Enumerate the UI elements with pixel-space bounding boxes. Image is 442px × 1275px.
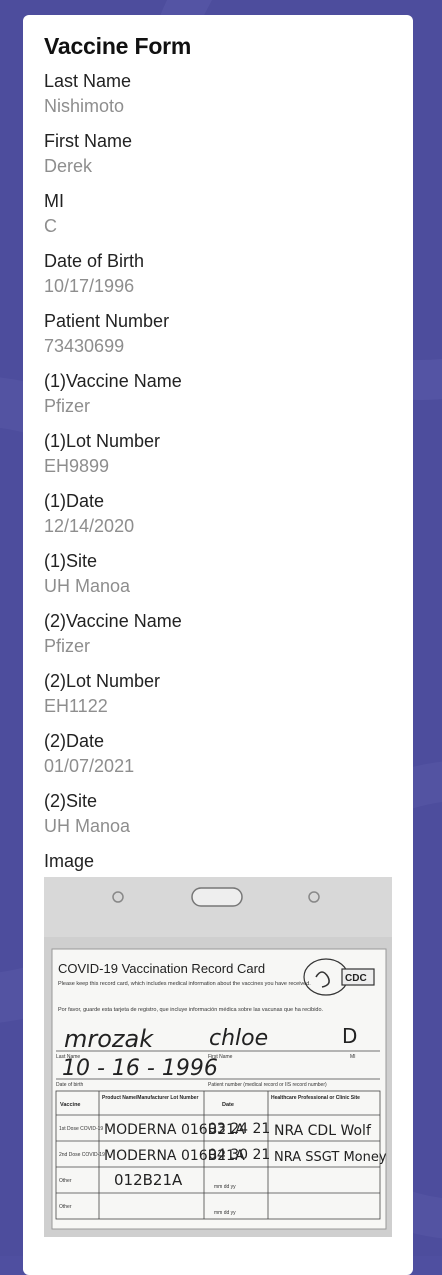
row1-site: NRA CDL Wolf [274,1123,372,1139]
form-fields: Last Name Nishimoto First Name Derek MI … [44,69,393,840]
field-2-site: (2)Site UH Manoa [44,789,393,840]
hw-mi: D [342,1024,357,1048]
field-label-1-site: (1)Site [44,551,98,571]
cdc-badge: CDC [345,973,367,984]
form-title: Vaccine Form [44,33,192,59]
row1-date: 03 24 21 [208,1121,270,1137]
row4-date: mm dd yy [214,1210,236,1216]
card-note-es: Por favor, guarde esta tarjeta de regist… [58,1007,324,1013]
row2-date: 04 30 21 [208,1147,270,1163]
field-value-mi[interactable]: C [44,213,393,240]
row2-vaccine: 2nd Dose COVID-19 [59,1152,105,1158]
field-last-name: Last Name Nishimoto [44,69,393,120]
field-label-last-name: Last Name [44,71,132,91]
row1-vaccine: 1st Dose COVID-19 [59,1126,103,1132]
field-label-date-of-birth: Date of Birth [44,251,145,271]
field-label-1-date: (1)Date [44,491,105,511]
image-label: Image [44,851,95,871]
row4-vaccine: Other [59,1204,72,1210]
field-value-1-lot-number[interactable]: EH9899 [44,453,393,480]
field-value-last-name[interactable]: Nishimoto [44,93,393,120]
hw-first-name: chloe [209,1026,268,1051]
field-1-lot-number: (1)Lot Number EH9899 [44,429,393,480]
field-mi: MI C [44,189,393,240]
field-1-site: (1)Site UH Manoa [44,549,393,600]
field-label-2-date: (2)Date [44,731,105,751]
field-value-1-date[interactable]: 12/14/2020 [44,513,393,540]
field-2-vaccine-name: (2)Vaccine Name Pfizer [44,609,393,660]
field-label-2-lot-number: (2)Lot Number [44,671,161,691]
vaccine-form-card: Vaccine Form Last Name Nishimoto First N… [23,15,413,1275]
row3-vaccine: Other [59,1178,72,1184]
field-value-date-of-birth[interactable]: 10/17/1996 [44,273,393,300]
patient-caption: Patient number (medical record or IIS re… [208,1082,327,1088]
hw-dob: 10 - 16 - 1996 [62,1056,218,1081]
row2-site: NRA SSGT Money [274,1150,387,1165]
row3-date: mm dd yy [214,1184,236,1190]
th-vaccine: Vaccine [60,1102,81,1108]
field-label-mi: MI [44,191,64,211]
field-value-1-site[interactable]: UH Manoa [44,573,393,600]
field-label-2-vaccine-name: (2)Vaccine Name [44,611,182,631]
field-value-2-site[interactable]: UH Manoa [44,813,393,840]
field-label-1-lot-number: (1)Lot Number [44,431,161,451]
field-date-of-birth: Date of Birth 10/17/1996 [44,249,393,300]
vaccination-card-photo: COVID-19 Vaccination Record Card CDC Ple… [44,877,392,1237]
field-label-patient-number: Patient Number [44,311,170,331]
card-title: COVID-19 Vaccination Record Card [58,961,265,976]
field-first-name: First Name Derek [44,129,393,180]
field-2-date: (2)Date 01/07/2021 [44,729,393,780]
field-value-1-vaccine-name[interactable]: Pfizer [44,393,393,420]
field-value-2-lot-number[interactable]: EH1122 [44,693,393,720]
card-note-en: Please keep this record card, which incl… [58,981,311,987]
field-label-first-name: First Name [44,131,133,151]
dob-caption: Date of birth [56,1082,83,1088]
field-label-1-vaccine-name: (1)Vaccine Name [44,371,182,391]
field-2-lot-number: (2)Lot Number EH1122 [44,669,393,720]
vaccination-card-image[interactable]: COVID-19 Vaccination Record Card CDC Ple… [44,877,392,1237]
th-product: Product Name/Manufacturer Lot Number [102,1095,198,1101]
field-value-2-vaccine-name[interactable]: Pfizer [44,633,393,660]
th-site: Healthcare Professional or Clinic Site [271,1095,360,1101]
row3-product: 012B21A [114,1171,183,1189]
field-value-first-name[interactable]: Derek [44,153,393,180]
field-value-patient-number[interactable]: 73430699 [44,333,393,360]
field-1-date: (1)Date 12/14/2020 [44,489,393,540]
field-1-vaccine-name: (1)Vaccine Name Pfizer [44,369,393,420]
field-label-2-site: (2)Site [44,791,98,811]
th-date: Date [222,1102,234,1108]
hw-last-name: mrozak [64,1025,154,1053]
field-patient-number: Patient Number 73430699 [44,309,393,360]
mi-caption: MI [350,1054,356,1060]
field-value-2-date[interactable]: 01/07/2021 [44,753,393,780]
